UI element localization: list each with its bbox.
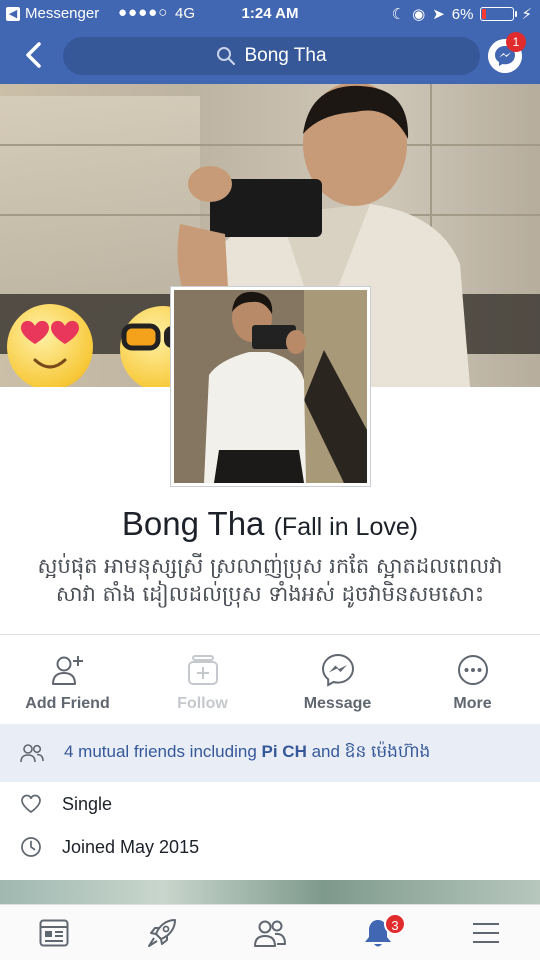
- moon-icon: ☾: [391, 6, 406, 23]
- top-bar: ◀ Messenger ●●●●○ 4G 1:24 AM ☾ ◉ ➤ 6% ⚡ …: [0, 0, 540, 84]
- profile-name-suffix: (Fall in Love): [273, 513, 419, 541]
- follow-button[interactable]: Follow: [135, 635, 270, 724]
- rocket-icon: [148, 918, 176, 947]
- friends-icon: [254, 920, 286, 947]
- news-feed-icon: [39, 919, 69, 946]
- status-right: ☾ ◉ ➤ 6% ⚡: [391, 5, 532, 24]
- mutual-friend-link[interactable]: ឱន ម៉េងហ៊ាង: [345, 742, 431, 761]
- message-button[interactable]: Message: [270, 635, 405, 724]
- message-label: Message: [303, 695, 372, 712]
- mutual-and: and: [306, 741, 345, 761]
- profile-picture[interactable]: [171, 287, 370, 486]
- joined-row: Joined May 2015: [0, 827, 540, 867]
- battery-icon: [480, 7, 518, 21]
- back-chevron-icon[interactable]: [20, 40, 48, 70]
- notifications-badge: 3: [384, 913, 406, 935]
- search-text: Bong Tha: [244, 45, 327, 66]
- add-friend-button[interactable]: Add Friend: [0, 635, 135, 724]
- mutual-prefix: 4 mutual friends including: [64, 741, 262, 761]
- profile-name: Bong Tha (Fall in Love): [0, 505, 540, 543]
- tab-news-feed[interactable]: [0, 905, 108, 960]
- tab-notifications[interactable]: 3: [324, 905, 432, 960]
- add-friend-icon: [51, 656, 83, 685]
- photo-strip[interactable]: [0, 880, 540, 904]
- tab-friends[interactable]: [216, 905, 324, 960]
- add-friend-label: Add Friend: [25, 695, 110, 712]
- bottom-tab-bar: 3: [0, 904, 540, 960]
- heart-icon: [21, 794, 41, 813]
- avatar: [174, 290, 367, 483]
- more-icon: [457, 655, 488, 685]
- search-bar[interactable]: Bong Tha: [63, 37, 480, 75]
- location-icon: ➤: [432, 6, 445, 23]
- tab-menu[interactable]: [432, 905, 540, 960]
- friends-icon: [20, 744, 44, 763]
- clock-icon: [21, 837, 41, 857]
- more-label: More: [453, 695, 492, 712]
- action-bar: Add Friend Follow Message More: [0, 634, 540, 724]
- follow-icon: [187, 655, 218, 685]
- charging-icon: ⚡: [521, 6, 532, 23]
- search-icon: [217, 47, 236, 66]
- hamburger-menu-icon: [473, 922, 499, 943]
- messenger-icon: [321, 653, 354, 687]
- battery-percent: 6%: [451, 5, 474, 23]
- profile-name-text: Bong Tha: [121, 505, 265, 542]
- mutual-friend-link[interactable]: Pi CH: [262, 742, 307, 761]
- tab-explore[interactable]: [108, 905, 216, 960]
- more-button[interactable]: More: [405, 635, 540, 724]
- relationship-row: Single: [0, 784, 540, 824]
- avatar-person-image: [174, 290, 367, 483]
- rotation-lock-icon: ◉: [412, 6, 426, 23]
- profile-bio: ស្អប់ផុត អាមនុស្សស្រី ស្រលាញ់ប្រុស រកតែ …: [37, 554, 503, 606]
- mutual-friends-row[interactable]: 4 mutual friends including Pi CH and ឱន …: [0, 724, 540, 782]
- heart-eyes-emoji: [7, 304, 93, 387]
- nav-bar: Bong Tha 1: [0, 30, 540, 82]
- messenger-badge: 1: [506, 32, 526, 52]
- mutual-friends-text: 4 mutual friends including Pi CH and ឱន …: [64, 741, 430, 766]
- joined-date: Joined May 2015: [62, 836, 200, 857]
- follow-label: Follow: [177, 695, 228, 712]
- relationship-status: Single: [62, 793, 113, 814]
- status-bar: ◀ Messenger ●●●●○ 4G 1:24 AM ☾ ◉ ➤ 6% ⚡: [0, 0, 540, 28]
